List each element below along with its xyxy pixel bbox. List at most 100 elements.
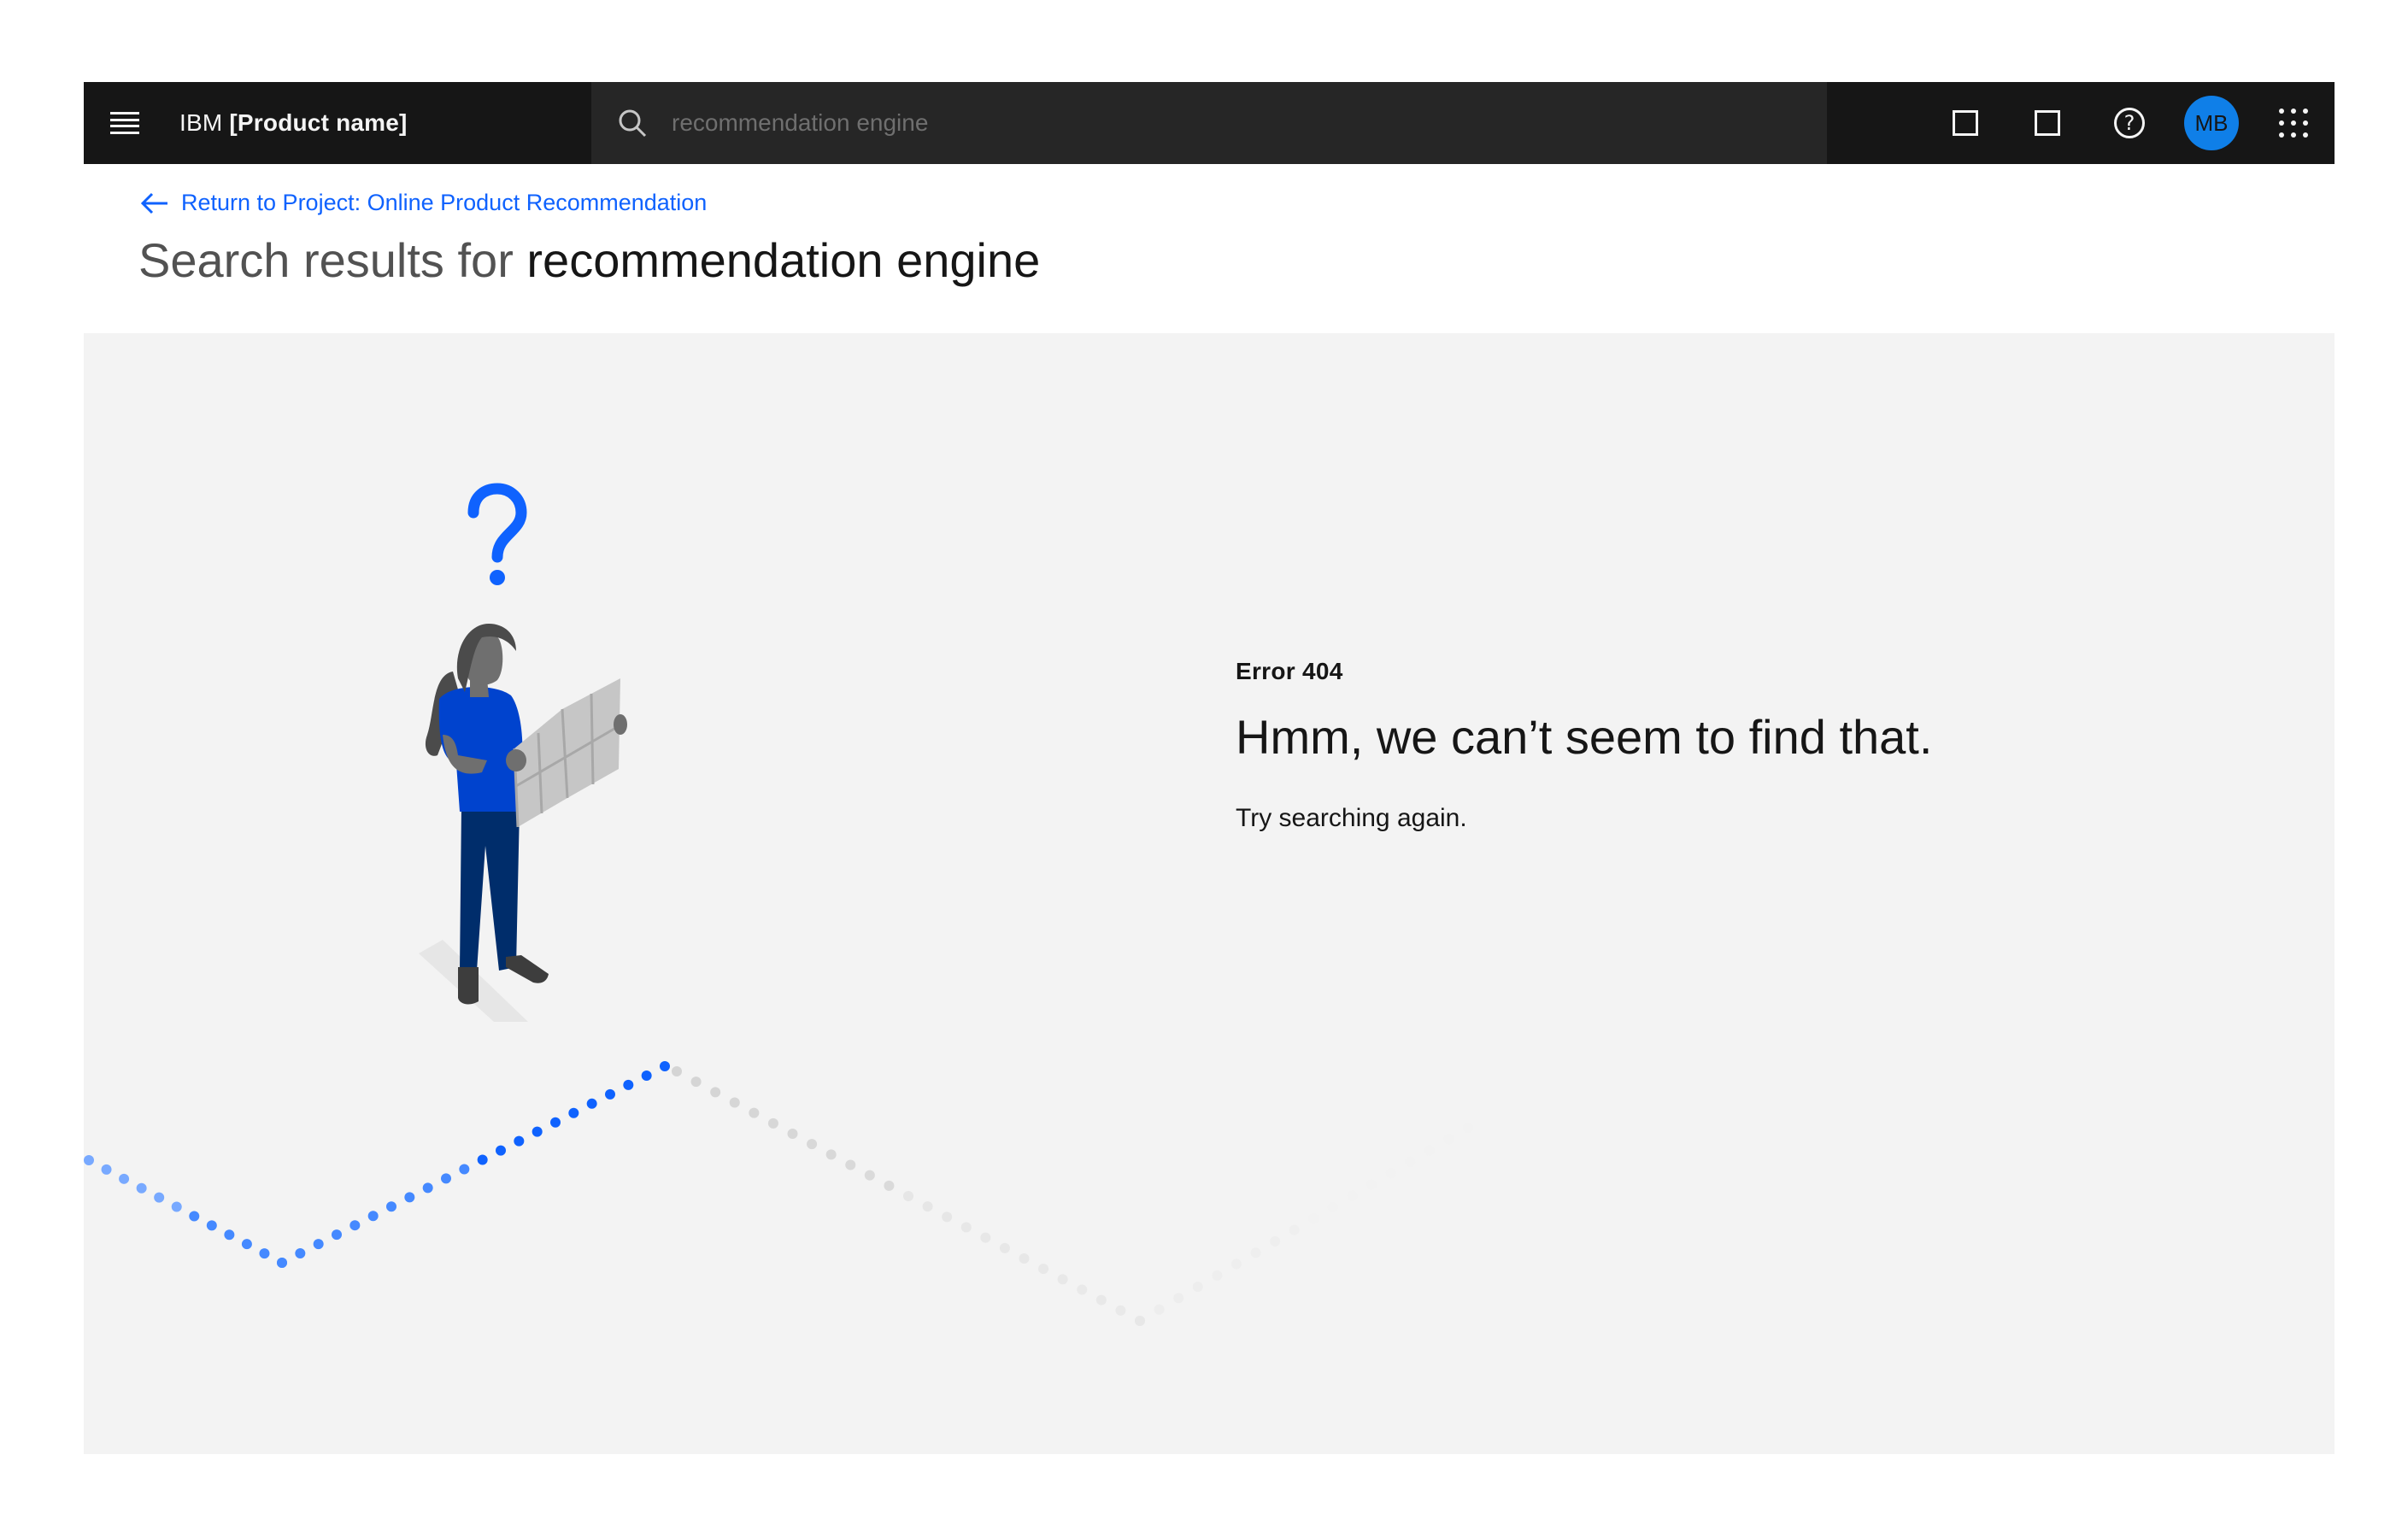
path-dot (349, 1220, 361, 1231)
path-dot (101, 1164, 112, 1175)
path-dot (1385, 1168, 1396, 1179)
path-dot (386, 1201, 396, 1212)
path-dot (532, 1126, 543, 1137)
search-input[interactable] (672, 82, 1827, 164)
path-dot (295, 1248, 306, 1259)
square-icon (1953, 110, 1978, 136)
path-dot (623, 1079, 634, 1090)
path-dot (1115, 1305, 1126, 1316)
help-button[interactable]: ? (2088, 82, 2170, 164)
path-dot (864, 1170, 875, 1181)
path-dot (1308, 1213, 1319, 1224)
path-dot (884, 1180, 895, 1191)
path-dot (1347, 1190, 1358, 1201)
back-link-label: Return to Project: Online Product Recomm… (181, 190, 708, 215)
path-dot (942, 1211, 953, 1223)
path-dot (1192, 1282, 1203, 1293)
path-dot (84, 1155, 94, 1165)
path-dot (241, 1239, 252, 1250)
dotted-path (84, 1061, 1473, 1326)
empty-state-panel: Error 404 Hmm, we can’t seem to find tha… (84, 333, 2335, 1454)
path-dot (1135, 1316, 1145, 1326)
menu-button[interactable] (84, 82, 166, 164)
path-dot (189, 1211, 200, 1222)
path-dot (641, 1070, 652, 1081)
path-dot (1366, 1179, 1377, 1190)
path-dot (980, 1232, 991, 1243)
path-dot (1019, 1253, 1030, 1264)
help-icon: ? (2114, 108, 2145, 138)
path-dot (999, 1242, 1010, 1253)
path-dot (767, 1117, 778, 1129)
path-dot (1289, 1224, 1300, 1235)
page-title-lead: Search results for (138, 233, 514, 287)
back-link[interactable]: Return to Project: Online Product Recomm… (140, 190, 707, 216)
path-dot (1095, 1294, 1107, 1305)
error-code: Error 404 (1236, 658, 1343, 684)
path-dot (496, 1145, 506, 1156)
arrow-left-icon (140, 192, 167, 214)
error-message: Error 404 Hmm, we can’t seem to find tha… (1236, 658, 1932, 833)
global-header: IBM[Product name] ? MB (84, 82, 2335, 164)
search-icon[interactable] (591, 82, 673, 164)
path-dot (514, 1135, 525, 1147)
path-dot (154, 1192, 165, 1203)
global-search (591, 82, 1827, 164)
question-mark-icon (467, 483, 527, 585)
path-dot (259, 1248, 270, 1259)
square-icon (2035, 110, 2060, 136)
path-dot (710, 1087, 721, 1098)
path-dot (1424, 1145, 1435, 1156)
path-dot (206, 1220, 217, 1231)
page-title-query: recommendation engine (526, 233, 1041, 287)
path-dot (922, 1201, 933, 1212)
product-brand[interactable]: IBM [Product name] (166, 109, 590, 137)
path-dot (660, 1061, 670, 1071)
path-dot (1038, 1264, 1049, 1275)
path-dot (1077, 1284, 1088, 1295)
path-dot (1230, 1258, 1242, 1270)
path-dot (1405, 1156, 1416, 1167)
path-dot (690, 1076, 702, 1088)
path-dot (404, 1192, 415, 1203)
path-dot (568, 1107, 579, 1118)
person-figure (419, 624, 627, 1022)
path-dot (787, 1129, 798, 1139)
app-frame: IBM[Product name] ? MB (84, 82, 2335, 1454)
product-name: [Product name] (229, 109, 408, 136)
path-dot (1173, 1293, 1184, 1304)
path-dot (277, 1258, 287, 1268)
path-dot (332, 1229, 342, 1241)
path-dot (459, 1164, 470, 1175)
path-dot (807, 1139, 818, 1150)
header-actions: ? MB (1924, 82, 2335, 164)
path-dot (672, 1066, 682, 1076)
path-dot (367, 1211, 379, 1222)
path-dot (171, 1201, 182, 1212)
menu-icon (110, 112, 139, 134)
header-action-2[interactable] (2006, 82, 2088, 164)
path-dot (1270, 1235, 1281, 1247)
path-dot (1212, 1270, 1223, 1281)
path-dot (441, 1173, 451, 1184)
user-avatar-button[interactable]: MB (2170, 82, 2252, 164)
path-dot (845, 1159, 856, 1170)
path-dot (960, 1222, 972, 1233)
path-dot (1154, 1304, 1165, 1315)
app-switcher-button[interactable] (2252, 82, 2335, 164)
path-dot (825, 1149, 837, 1160)
path-dot (903, 1191, 913, 1201)
avatar: MB (2184, 96, 2239, 150)
error-hint: Try searching again. (1236, 804, 1467, 832)
path-dot (313, 1239, 324, 1250)
error-title: Hmm, we can’t seem to find that. (1236, 710, 1933, 764)
header-action-1[interactable] (1924, 82, 2006, 164)
path-dot (749, 1107, 760, 1118)
page-title: Search results for recommendation engine (138, 232, 1040, 288)
app-switcher-icon (2279, 109, 2308, 138)
path-dot (224, 1229, 235, 1241)
path-dot (1250, 1247, 1261, 1258)
path-dot (1327, 1202, 1338, 1213)
brand-prefix: IBM (179, 109, 223, 136)
path-dot (136, 1182, 147, 1194)
